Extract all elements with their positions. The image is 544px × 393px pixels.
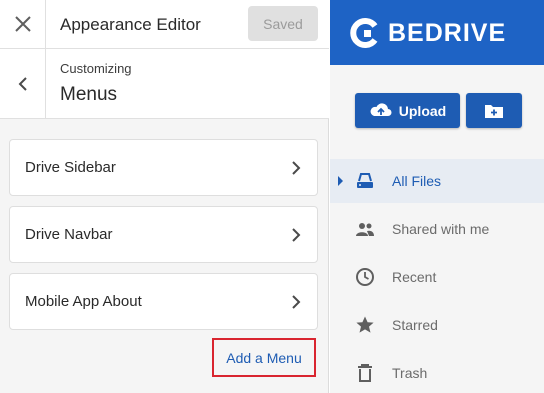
new-folder-button[interactable] (466, 93, 522, 128)
appearance-editor-panel: Appearance Editor Saved Customizing Menu… (0, 0, 329, 393)
nav-item-starred[interactable]: Starred (330, 303, 544, 347)
preview-sidebar: Upload All Files Shared with me Recent S… (330, 65, 544, 393)
nav-item-label: Shared with me (392, 221, 490, 237)
upload-button[interactable]: Upload (355, 93, 460, 128)
menu-item-label: Mobile App About (25, 293, 142, 310)
menu-item-mobile-app-about[interactable]: Mobile App About (9, 273, 318, 330)
menu-item-label: Drive Navbar (25, 226, 113, 243)
bedrive-logo-icon (350, 18, 378, 48)
chevron-right-icon (292, 295, 301, 309)
nav-item-trash[interactable]: Trash (330, 351, 544, 393)
site-preview: BEDRIVE Upload All Files Shared with me … (330, 0, 544, 393)
add-menu-button[interactable]: Add a Menu (212, 338, 316, 377)
trash-icon (354, 362, 376, 384)
menu-item-drive-navbar[interactable]: Drive Navbar (9, 206, 318, 263)
menu-item-label: Drive Sidebar (25, 159, 116, 176)
upload-label: Upload (398, 102, 447, 119)
cloud-upload-icon (370, 102, 392, 116)
back-button[interactable] (0, 49, 46, 118)
clock-icon (354, 266, 376, 288)
close-editor-button[interactable] (0, 0, 46, 48)
chevron-right-icon (292, 161, 301, 175)
nav-item-recent[interactable]: Recent (330, 255, 544, 299)
customizing-label: Customizing (60, 61, 132, 76)
brand-logo-text: BEDRIVE (388, 19, 507, 47)
new-folder-icon (485, 104, 503, 118)
active-caret-icon (338, 176, 343, 186)
nav-item-shared-with-me[interactable]: Shared with me (330, 207, 544, 251)
chevron-left-icon (18, 76, 27, 91)
customizing-header: Customizing Menus (0, 49, 329, 119)
nav-item-label: All Files (392, 173, 442, 189)
saved-button[interactable]: Saved (248, 6, 318, 41)
close-icon (14, 16, 31, 32)
star-icon (354, 314, 376, 336)
nav-item-label: Recent (392, 269, 437, 285)
nav-item-label: Trash (392, 365, 428, 381)
menu-item-drive-sidebar[interactable]: Drive Sidebar (9, 139, 318, 196)
nav-item-label: Starred (392, 317, 438, 333)
editor-header: Appearance Editor Saved (0, 0, 329, 49)
editor-title: Appearance Editor (60, 15, 201, 34)
chevron-right-icon (292, 228, 301, 242)
section-title: Menus (60, 84, 118, 105)
people-icon (354, 218, 376, 240)
drive-icon (354, 170, 376, 192)
nav-item-all-files[interactable]: All Files (330, 159, 544, 203)
brand-header: BEDRIVE (330, 0, 544, 65)
